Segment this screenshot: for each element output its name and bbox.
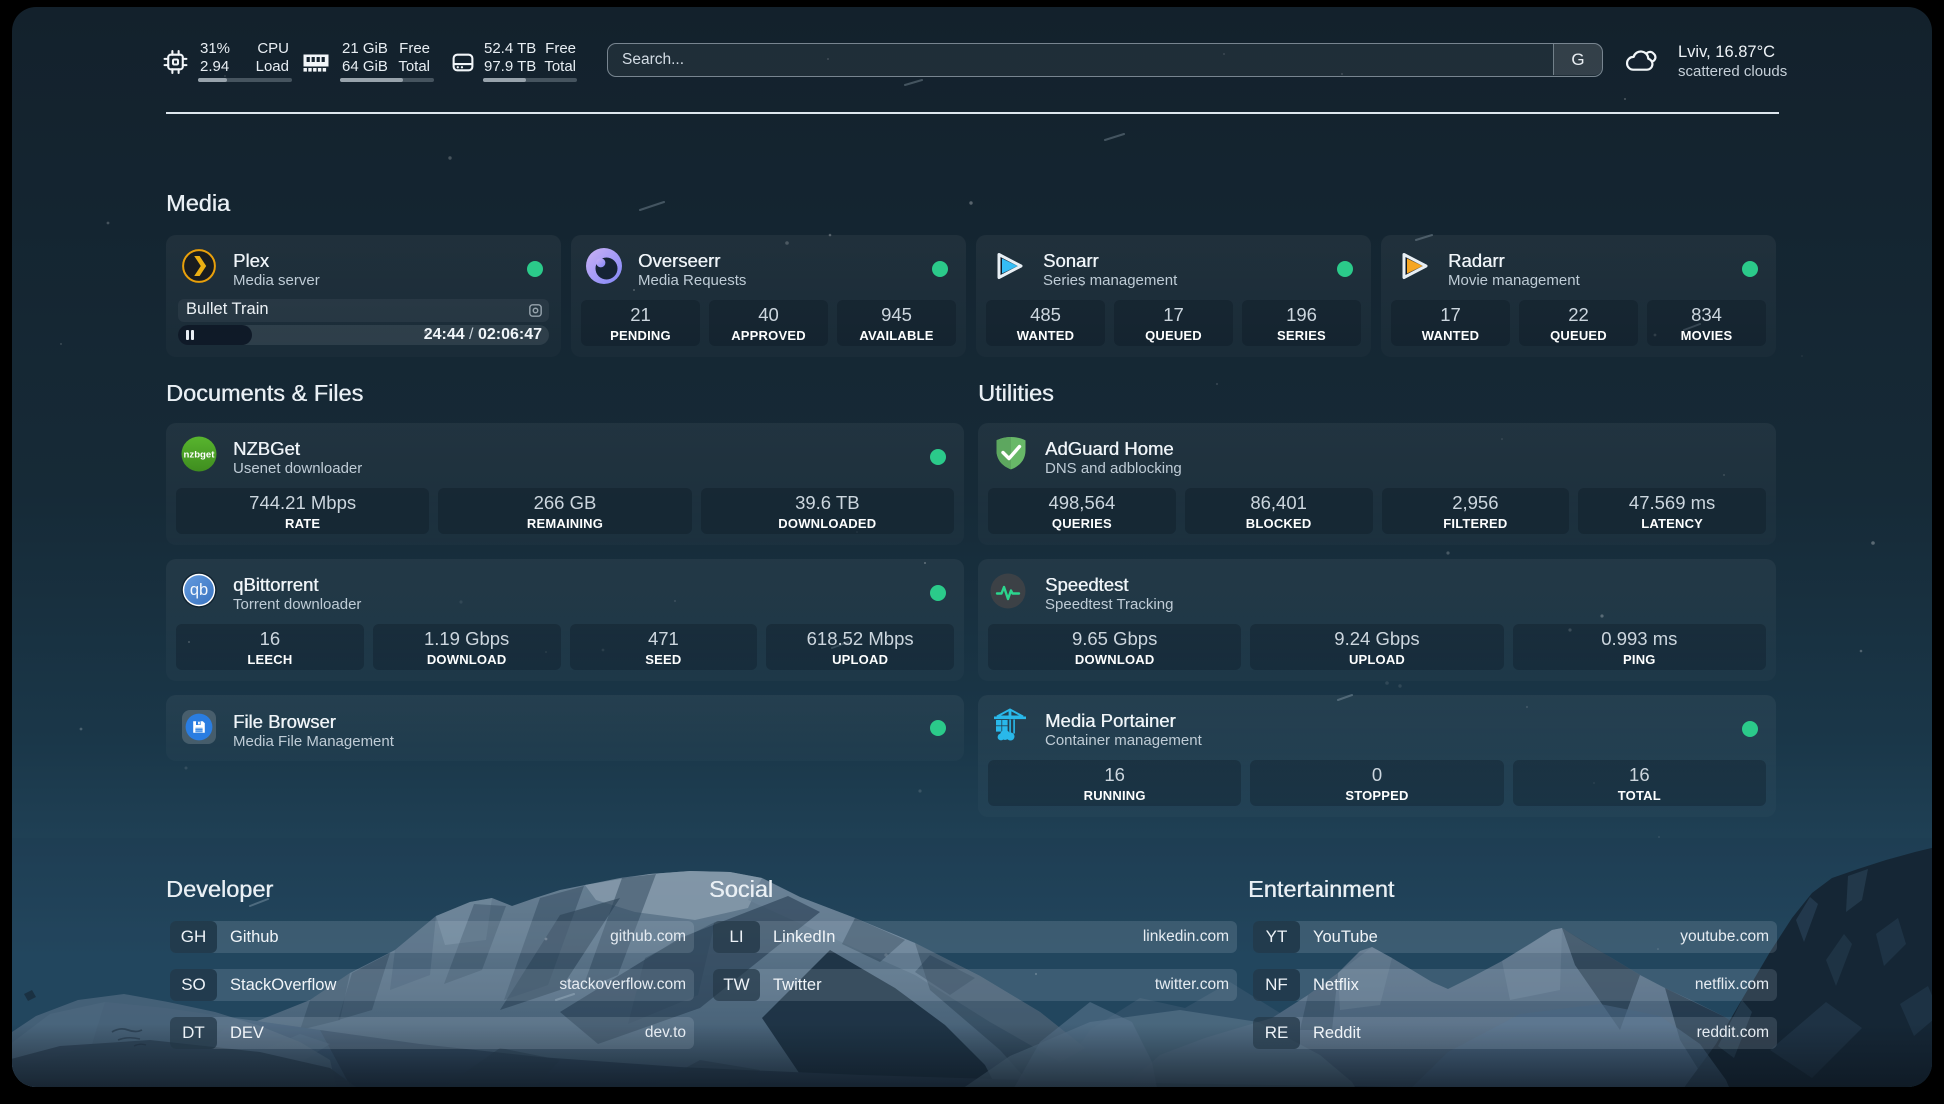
svg-text:nzbget: nzbget: [184, 450, 216, 461]
svg-text:qb: qb: [190, 581, 208, 599]
